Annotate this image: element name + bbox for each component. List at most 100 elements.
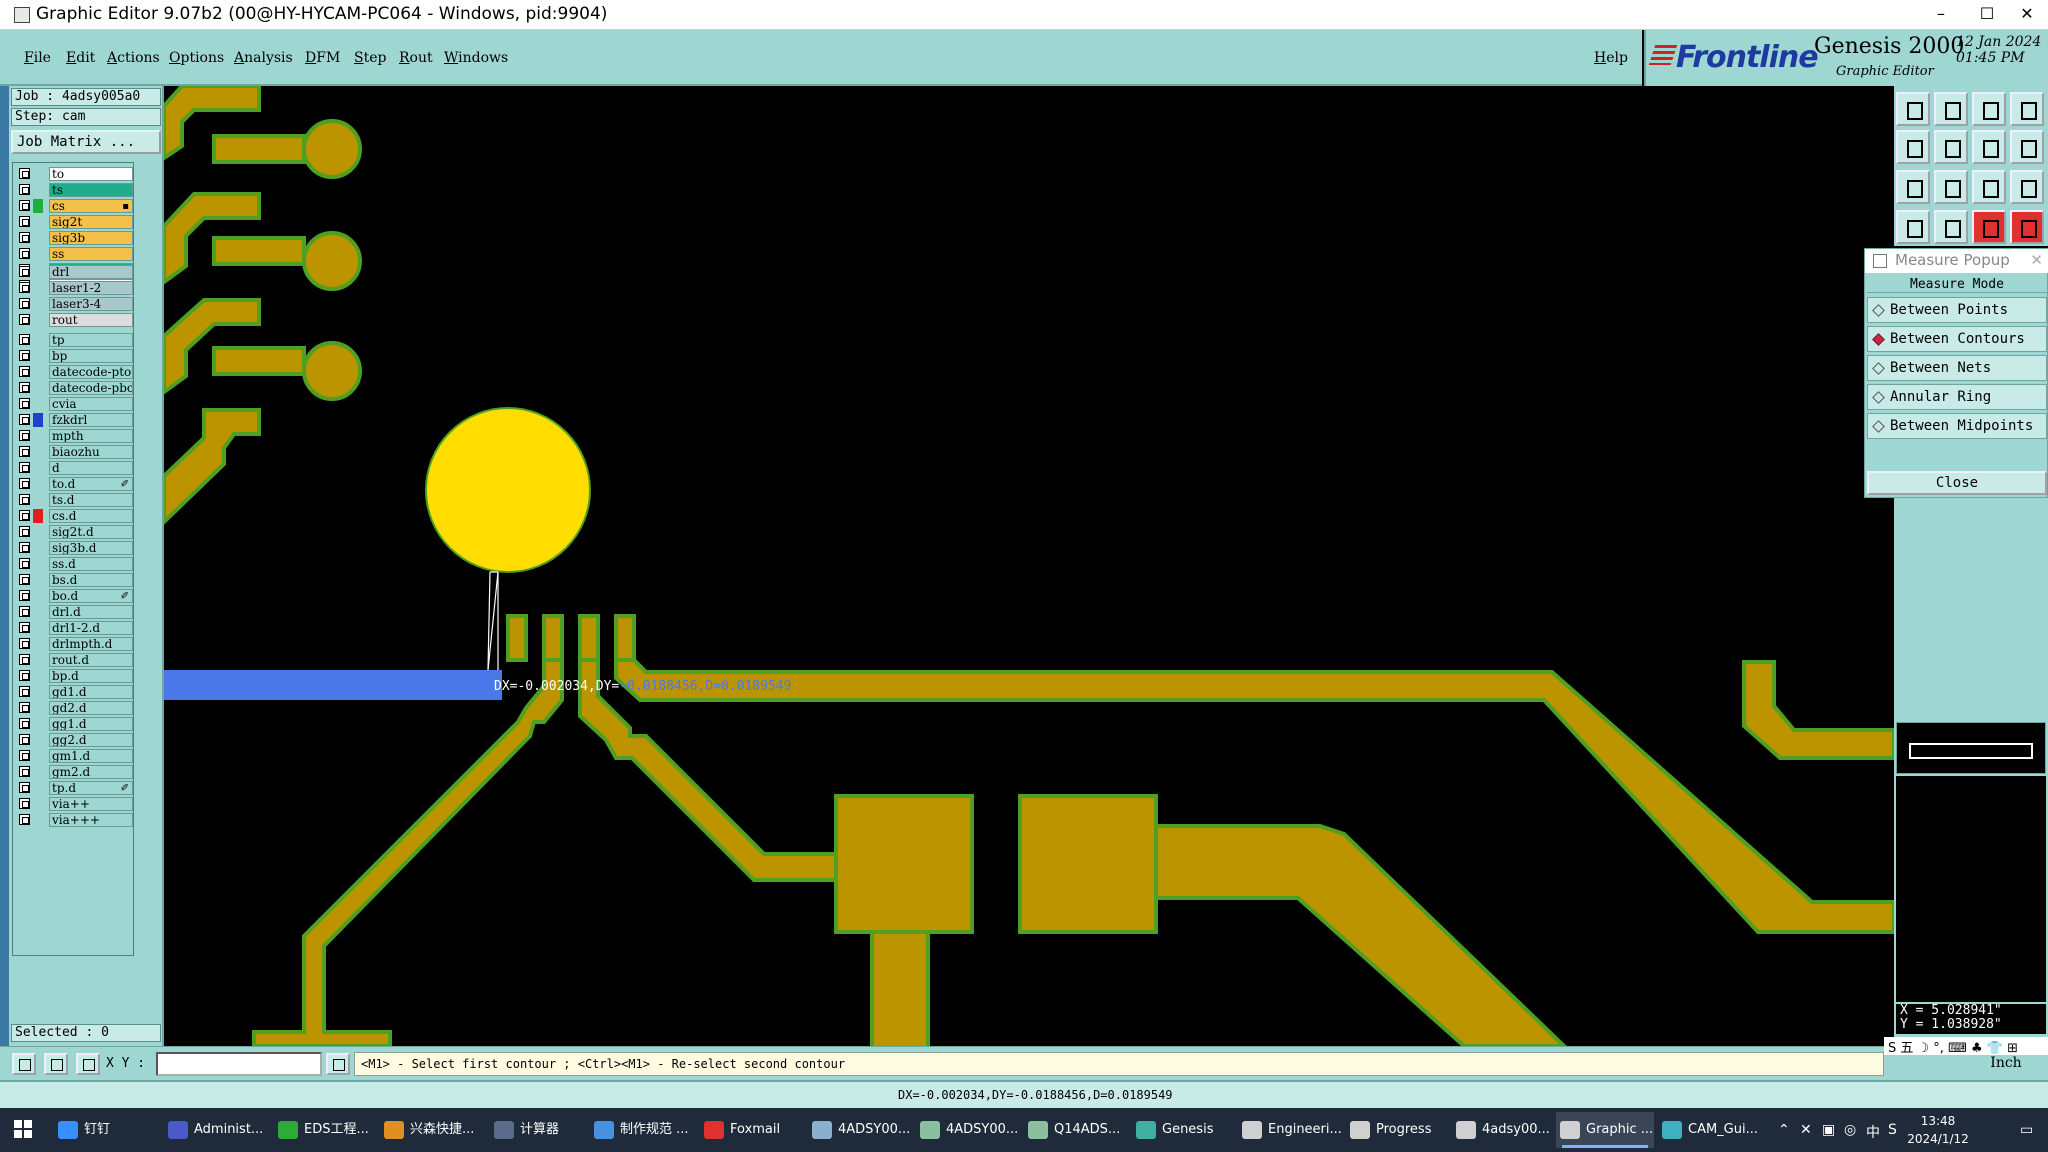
layer-checkbox[interactable] [19, 558, 30, 569]
layer-color-swatch[interactable] [33, 333, 43, 347]
layer-row[interactable]: datecode-pto [15, 365, 133, 379]
layer-color-swatch[interactable] [33, 445, 43, 459]
menu-rout[interactable]: Rout [399, 50, 433, 66]
layer-row[interactable]: bs.d [15, 573, 133, 587]
layer-row[interactable]: ts.d [15, 493, 133, 507]
layer-name[interactable]: gm2.d [49, 765, 133, 779]
layer-name[interactable]: ts.d [49, 493, 133, 507]
layer-color-swatch[interactable] [33, 461, 43, 475]
layer-color-swatch[interactable] [33, 167, 43, 181]
layer-name[interactable]: to [49, 167, 133, 181]
layer-name[interactable]: sig3b [49, 231, 133, 245]
taskbar-item[interactable]: 计算器 [490, 1112, 586, 1148]
close-icon[interactable]: ✕ [2030, 249, 2043, 271]
line-tool-icon[interactable] [44, 1053, 68, 1075]
layer-checkbox[interactable] [19, 622, 30, 633]
menu-step[interactable]: Step [354, 50, 386, 66]
layer-row[interactable]: bo.d ✐ [15, 589, 133, 603]
layer-color-swatch[interactable] [33, 413, 43, 427]
grid-tool-icon[interactable] [76, 1053, 100, 1075]
layer-checkbox[interactable] [19, 526, 30, 537]
tray-language[interactable]: 中 [1866, 1122, 1880, 1142]
overview-viewport[interactable] [1909, 743, 2033, 759]
layer-color-swatch[interactable] [33, 429, 43, 443]
layer-color-swatch[interactable] [33, 701, 43, 715]
layer-name[interactable]: ts [49, 183, 133, 197]
view-bottom-icon[interactable] [1934, 92, 1968, 126]
taskbar-item[interactable]: 4ADSY00... [808, 1112, 912, 1148]
layer-color-swatch[interactable] [33, 281, 43, 295]
highlighted-trace[interactable] [164, 670, 502, 700]
layer-checkbox[interactable] [19, 350, 30, 361]
layer-color-swatch[interactable] [33, 589, 43, 603]
menu-actions[interactable]: Actions [107, 50, 160, 66]
taskbar-item[interactable]: Progress [1346, 1112, 1448, 1148]
layer-row[interactable]: fzkdrl [15, 413, 133, 427]
layer-checkbox[interactable] [19, 462, 30, 473]
menu-file[interactable]: File [24, 50, 51, 66]
layer-color-swatch[interactable] [33, 509, 43, 523]
layer-checkbox[interactable] [19, 298, 30, 309]
pan-left-icon[interactable] [1896, 130, 1930, 164]
taskbar-item[interactable]: Genesis [1132, 1112, 1234, 1148]
menu-windows[interactable]: Windows [444, 50, 508, 66]
layer-checkbox[interactable] [19, 446, 30, 457]
layer-checkbox[interactable] [19, 216, 30, 227]
layer-checkbox[interactable] [19, 718, 30, 729]
taskbar-item[interactable]: 制作规范 ... [590, 1112, 696, 1148]
layer-row[interactable]: laser3-4 [15, 297, 133, 311]
windows-start-icon[interactable] [14, 1120, 32, 1138]
layer-row[interactable]: laser1-2 [15, 281, 133, 295]
layer-row[interactable]: cvia [15, 397, 133, 411]
layer-color-swatch[interactable] [33, 653, 43, 667]
layer-name[interactable]: rout.d [49, 653, 133, 667]
layer-checkbox[interactable] [19, 184, 30, 195]
layer-checkbox[interactable] [19, 334, 30, 345]
layer-row[interactable]: rout.d [15, 653, 133, 667]
layer-name[interactable]: bo.d ✐ [49, 589, 133, 603]
layer-name[interactable]: tp [49, 333, 133, 347]
layer-color-swatch[interactable] [33, 313, 43, 327]
round-pad[interactable] [425, 407, 591, 573]
layer-row[interactable]: gd2.d [15, 701, 133, 715]
layer-checkbox[interactable] [19, 282, 30, 293]
layer-name[interactable]: ss.d [49, 557, 133, 571]
layer-name[interactable]: bp.d [49, 669, 133, 683]
layer-row[interactable]: to.d ✐ [15, 477, 133, 491]
layer-checkbox[interactable] [19, 266, 30, 277]
layer-name[interactable]: bp [49, 349, 133, 363]
layer-row[interactable]: gg2.d [15, 733, 133, 747]
layer-name[interactable]: tp.d ✐ [49, 781, 133, 795]
layer-color-swatch[interactable] [33, 231, 43, 245]
layer-row[interactable]: drl [15, 265, 133, 279]
layer-checkbox[interactable] [19, 766, 30, 777]
layer-name[interactable]: to.d ✐ [49, 477, 133, 491]
layer-row[interactable]: drlmpth.d [15, 637, 133, 651]
layer-checkbox[interactable] [19, 478, 30, 489]
layer-checkbox[interactable] [19, 734, 30, 745]
layer-checkbox[interactable] [19, 366, 30, 377]
taskbar-clock[interactable]: 13:48 2024/1/12 [1888, 1112, 1988, 1148]
layer-color-swatch[interactable] [33, 781, 43, 795]
taskbar-item[interactable]: Graphic ... [1556, 1112, 1654, 1148]
layer-name[interactable]: gg2.d [49, 733, 133, 747]
layer-checkbox[interactable] [19, 782, 30, 793]
menu-analysis[interactable]: Analysis [234, 50, 293, 66]
measure-close-button[interactable]: Close [1867, 471, 2047, 495]
layer-checkbox[interactable] [19, 574, 30, 585]
layer-color-swatch[interactable] [33, 621, 43, 635]
menu-options[interactable]: Options [169, 50, 224, 66]
layer-name[interactable]: drlmpth.d [49, 637, 133, 651]
ime-toolbar[interactable]: S 五 ☽ °, ⌨ ♣ 👕 ⊞ [1884, 1037, 2048, 1056]
layer-name[interactable]: datecode-pbo [49, 381, 133, 395]
grid-icon[interactable] [1934, 210, 1968, 244]
layer-checkbox[interactable] [19, 686, 30, 697]
layer-row[interactable]: to [15, 167, 133, 181]
layer-name[interactable]: ss [49, 247, 133, 261]
layer-row[interactable]: tp.d ✐ [15, 781, 133, 795]
menu-edit[interactable]: Edit [66, 50, 95, 66]
layer-row[interactable]: d [15, 461, 133, 475]
layer-color-swatch[interactable] [33, 525, 43, 539]
layer-name[interactable]: gd2.d [49, 701, 133, 715]
layer-color-swatch[interactable] [33, 797, 43, 811]
